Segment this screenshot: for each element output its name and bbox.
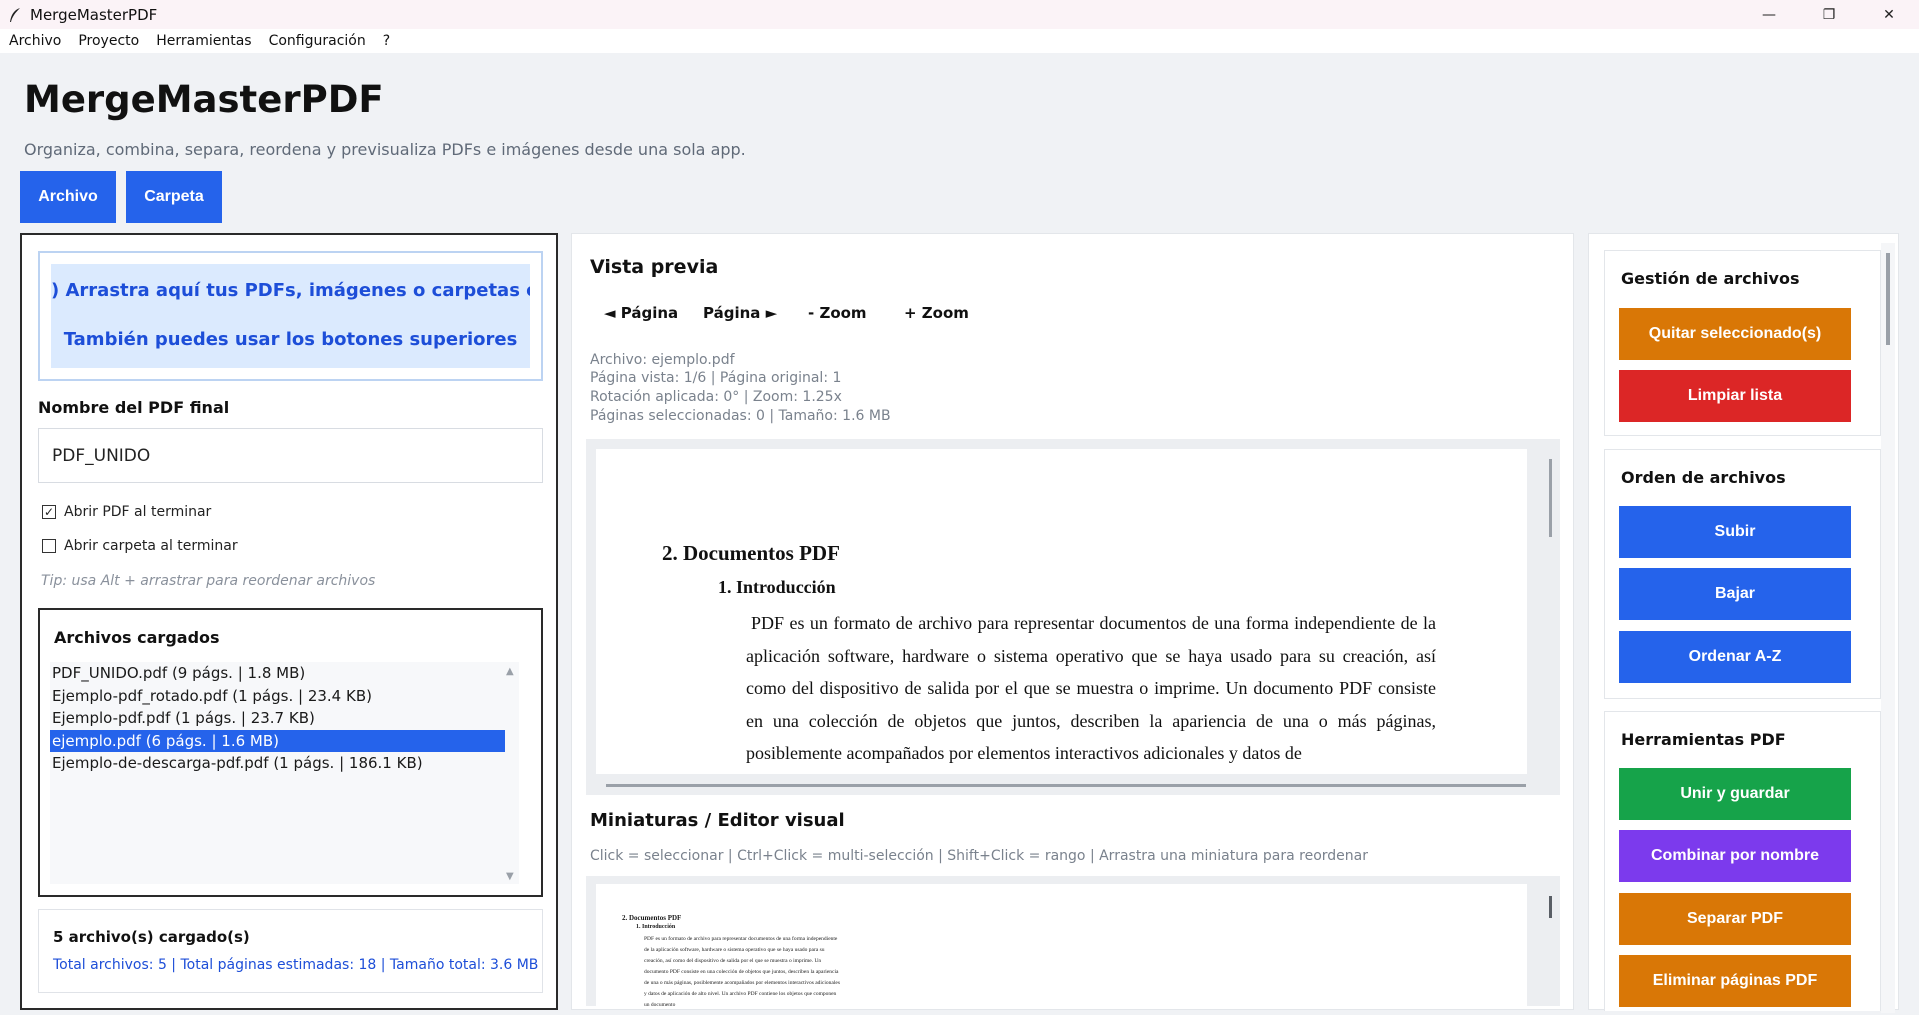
remove-selected-button[interactable]: Quitar seleccionado(s) <box>1619 308 1851 360</box>
file-management-group: Gestión de archivos Quitar seleccionado(… <box>1604 250 1881 436</box>
right-panel-scroll-track[interactable] <box>1881 243 1895 1013</box>
loaded-files-title: Archivos cargados <box>54 628 220 647</box>
right-panel: Gestión de archivos Quitar seleccionado(… <box>1588 233 1899 1011</box>
menu-proyecto[interactable]: Proyecto <box>78 33 139 49</box>
title-bar: MergeMasterPDF — ❐ ✕ <box>0 0 1919 29</box>
output-name-label: Nombre del PDF final <box>38 398 230 417</box>
combine-by-name-button[interactable]: Combinar por nombre <box>1619 830 1851 882</box>
thumb-heading: 2. Documentos PDF <box>622 914 682 922</box>
loaded-files-box: Archivos cargados PDF_UNIDO.pdf (9 págs.… <box>38 608 543 897</box>
thumb-paragraph: PDF es un formato de archivo para repres… <box>644 936 840 1006</box>
thumbnails-hint: Click = seleccionar | Ctrl+Click = multi… <box>590 848 1368 864</box>
file-list-item-selected[interactable]: ejemplo.pdf (6 págs. | 1.6 MB) <box>50 729 505 752</box>
close-button[interactable]: ✕ <box>1859 0 1919 29</box>
file-list-scrollbar[interactable]: ▲ ▼ <box>503 662 519 884</box>
open-pdf-checkbox[interactable]: ✓ <box>42 505 56 519</box>
page-preview-area[interactable]: 2. Documentos PDF 1. Introducción PDF es… <box>586 439 1560 795</box>
thumbnails-scrollbar[interactable] <box>1549 896 1552 918</box>
preview-vertical-scrollbar[interactable] <box>1549 459 1552 537</box>
drop-zone[interactable]: ) Arrastra aquí tus PDFs, imágenes o car… <box>38 251 543 381</box>
scroll-down-arrow-icon[interactable]: ▼ <box>506 871 514 882</box>
left-panel: ) Arrastra aquí tus PDFs, imágenes o car… <box>20 233 558 1010</box>
delete-pages-button[interactable]: Eliminar páginas PDF <box>1619 955 1851 1007</box>
file-management-title: Gestión de archivos <box>1621 269 1800 288</box>
thumbnails-canvas: 2. Documentos PDF 1. Introducción PDF es… <box>596 884 1527 1006</box>
sort-az-button[interactable]: Ordenar A-Z <box>1619 631 1851 683</box>
preview-title: Vista previa <box>590 256 719 278</box>
menu-bar: Archivo Proyecto Herramientas Configurac… <box>0 29 1919 53</box>
file-order-group: Orden de archivos Subir Bajar Ordenar A-… <box>1604 449 1881 699</box>
menu-help[interactable]: ? <box>383 33 390 49</box>
preview-horizontal-scrollbar[interactable] <box>606 784 1526 787</box>
minimize-button[interactable]: — <box>1739 0 1799 29</box>
thumb-subheading: 1. Introducción <box>636 924 676 930</box>
zoom-in-button[interactable]: + Zoom <box>904 304 969 322</box>
summary-count: 5 archivo(s) cargado(s) <box>53 928 250 946</box>
add-file-button[interactable]: Archivo <box>20 171 116 223</box>
window-title: MergeMasterPDF <box>30 5 158 24</box>
file-order-title: Orden de archivos <box>1621 468 1786 487</box>
doc-subheading: 1. Introducción <box>718 577 836 597</box>
prev-page-button[interactable]: ◄ Página <box>604 304 678 322</box>
merge-save-button[interactable]: Unir y guardar <box>1619 768 1851 820</box>
preview-page-info: Página vista: 1/6 | Página original: 1 <box>590 370 842 386</box>
reorder-tip: Tip: usa Alt + arrastrar para reordenar … <box>41 573 376 589</box>
drop-zone-inner: ) Arrastra aquí tus PDFs, imágenes o car… <box>51 264 530 368</box>
add-folder-button[interactable]: Carpeta <box>126 171 222 223</box>
scroll-up-arrow-icon[interactable]: ▲ <box>506 666 514 677</box>
move-down-button[interactable]: Bajar <box>1619 568 1851 620</box>
open-folder-option[interactable]: Abrir carpeta al terminar <box>42 538 238 554</box>
move-up-button[interactable]: Subir <box>1619 506 1851 558</box>
app-subtitle: Organiza, combina, separa, reordena y pr… <box>24 140 746 159</box>
pdf-tools-title: Herramientas PDF <box>1621 730 1786 749</box>
page-preview: 2. Documentos PDF 1. Introducción PDF es… <box>596 449 1527 774</box>
window-controls: — ❐ ✕ <box>1739 0 1919 29</box>
split-pdf-button[interactable]: Separar PDF <box>1619 893 1851 945</box>
drop-zone-hint: También puedes usar los botones superior… <box>63 329 518 350</box>
file-list-item[interactable]: PDF_UNIDO.pdf (9 págs. | 1.8 MB) <box>50 662 505 685</box>
drop-zone-instruction: ) Arrastra aquí tus PDFs, imágenes o car… <box>51 280 530 301</box>
open-folder-label: Abrir carpeta al terminar <box>64 538 238 554</box>
summary-box: 5 archivo(s) cargado(s) Total archivos: … <box>38 909 543 993</box>
file-list-item[interactable]: Ejemplo-pdf.pdf (1 págs. | 23.7 KB) <box>50 707 505 730</box>
clear-list-button[interactable]: Limpiar lista <box>1619 370 1851 422</box>
doc-paragraph: PDF es un formato de archivo para repres… <box>746 613 1436 763</box>
right-panel-scrollbar[interactable] <box>1886 253 1890 345</box>
open-pdf-option[interactable]: ✓ Abrir PDF al terminar <box>42 504 211 520</box>
menu-herramientas[interactable]: Herramientas <box>156 33 251 49</box>
feather-icon <box>10 7 20 22</box>
open-pdf-label: Abrir PDF al terminar <box>64 504 212 520</box>
preview-file-info: Archivo: ejemplo.pdf <box>590 352 735 368</box>
pdf-tools-group: Herramientas PDF Unir y guardar Combinar… <box>1604 711 1881 1011</box>
open-folder-checkbox[interactable] <box>42 539 56 553</box>
file-list-item[interactable]: Ejemplo-pdf_rotado.pdf (1 págs. | 23.4 K… <box>50 685 505 708</box>
maximize-button[interactable]: ❐ <box>1799 0 1859 29</box>
thumbnails-title: Miniaturas / Editor visual <box>590 810 845 831</box>
menu-archivo[interactable]: Archivo <box>9 33 61 49</box>
zoom-out-button[interactable]: - Zoom <box>808 304 867 322</box>
doc-heading: 2. Documentos PDF <box>662 541 840 565</box>
thumbnails-area[interactable]: 2. Documentos PDF 1. Introducción PDF es… <box>586 876 1560 1006</box>
file-list-item[interactable]: Ejemplo-de-descarga-pdf.pdf (1 págs. | 1… <box>50 752 505 775</box>
preview-rotation-info: Rotación aplicada: 0° | Zoom: 1.25x <box>590 389 842 405</box>
file-list[interactable]: PDF_UNIDO.pdf (9 págs. | 1.8 MB) Ejemplo… <box>50 662 519 884</box>
menu-configuracion[interactable]: Configuración <box>269 33 366 49</box>
preview-selection-info: Páginas seleccionadas: 0 | Tamaño: 1.6 M… <box>590 408 891 424</box>
output-name-input[interactable] <box>38 428 543 483</box>
next-page-button[interactable]: Página ► <box>703 304 777 322</box>
center-panel: Vista previa ◄ Página Página ► - Zoom + … <box>571 233 1574 1010</box>
app-title: MergeMasterPDF <box>24 78 384 121</box>
summary-detail: Total archivos: 5 | Total páginas estima… <box>53 957 539 973</box>
